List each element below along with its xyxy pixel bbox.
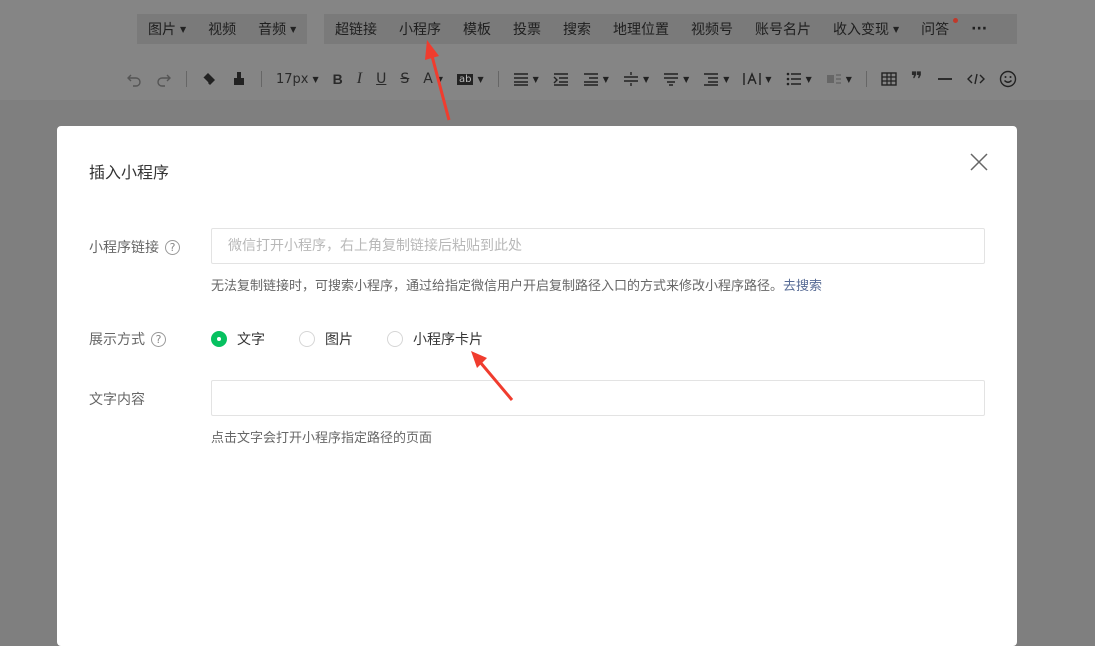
dialog-title: 插入小程序 [89,163,170,182]
text-content-input[interactable] [211,380,985,416]
radio-mini-program-card[interactable]: 小程序卡片 [387,329,483,349]
help-icon[interactable]: ? [151,331,166,347]
menu-audio[interactable]: 音频 ▼ [247,19,307,39]
font-size-select[interactable]: 17px ▼ [276,72,319,87]
radio-unchecked-icon [299,331,315,347]
emoji-icon[interactable] [999,70,1017,88]
undo-icon[interactable] [126,71,142,87]
table-icon[interactable] [881,72,897,86]
horizontal-rule-icon[interactable] [937,72,953,86]
menu-account-card[interactable]: 账号名片 [744,19,822,39]
chevron-down-icon: ▼ [290,24,297,34]
insert-mini-program-dialog: 插入小程序 小程序链接 ? 无法复制链接时，可搜索小程序，通过给指定微信用户开启… [57,126,1017,646]
redo-icon[interactable] [156,71,172,87]
font-color-icon[interactable]: A ▼ [423,71,443,87]
first-line-indent-icon[interactable]: ▼ [583,72,609,86]
spacing-icon[interactable]: ▼ [703,72,729,86]
chevron-down-icon: ▼ [893,24,900,34]
chevron-down-icon: ▼ [436,74,443,84]
link-hint: 无法复制链接时，可搜索小程序，通过给指定微信用户开启复制路径入口的方式来修改小程… [211,279,823,294]
go-search-link[interactable]: 去搜索 [783,279,822,294]
radio-image[interactable]: 图片 [299,329,353,349]
editor-toolbar: 图片 ▼ 视频 音频 ▼ 超链接 小程序 模板 投票 搜索 地理位置 视频号 账号名… [0,0,1095,100]
menu-search[interactable]: 搜索 [552,19,602,39]
letter-spacing-icon[interactable]: ▼ [743,72,772,86]
format-toolbar: 17px ▼ B I U S A ▼ ab ▼ ▼ ▼ ▼ ▼ ▼ ▼ ▼ ▼ ❞ [126,66,1031,92]
menu-mini-program[interactable]: 小程序 [388,19,452,39]
divider [497,71,499,87]
menu-qa[interactable]: 问答 [910,18,960,39]
line-height-icon[interactable]: ▼ [663,72,689,86]
eraser-icon[interactable] [201,71,217,87]
display-mode-radio-group: 文字 图片 小程序卡片 [211,329,517,349]
italic-icon[interactable]: I [357,70,362,88]
menu-channels[interactable]: 视频号 [680,19,744,39]
menu-template[interactable]: 模板 [452,19,502,39]
underline-icon[interactable]: U [376,71,386,87]
divider [865,71,867,87]
format-painter-icon[interactable] [231,71,247,87]
radio-text[interactable]: 文字 [211,329,265,349]
align-icon[interactable]: ▼ [513,72,539,86]
radio-unchecked-icon [387,331,403,347]
insert-menu-group-main: 超链接 小程序 模板 投票 搜索 地理位置 视频号 账号名片 收入变现 ▼ 问答 … [324,14,1017,44]
chevron-down-icon: ▼ [477,74,484,84]
chevron-down-icon: ▼ [312,74,319,84]
text-content-label: 文字内容 [89,392,145,408]
radio-checked-icon [211,331,227,347]
code-icon[interactable] [966,72,985,86]
help-icon[interactable]: ? [165,239,180,255]
menu-vote[interactable]: 投票 [502,19,552,39]
bold-icon[interactable]: B [333,71,343,87]
chevron-down-icon: ▼ [180,24,187,34]
list-icon[interactable]: ▼ [786,72,812,86]
quote-icon[interactable]: ❞ [911,69,923,89]
indent-icon[interactable] [553,72,569,86]
mini-program-link-label: 小程序链接 ? [89,237,180,257]
highlight-color-icon[interactable]: ab ▼ [456,73,484,85]
divider [186,71,187,87]
float-icon[interactable]: ▼ [826,72,852,86]
menu-location[interactable]: 地理位置 [602,19,680,39]
menu-image[interactable]: 图片 ▼ [137,19,197,39]
mini-program-link-input[interactable] [211,228,985,264]
paragraph-spacing-icon[interactable]: ▼ [623,72,649,86]
close-icon[interactable] [969,152,989,172]
menu-hyperlink[interactable]: 超链接 [324,19,388,39]
display-mode-label: 展示方式 ? [89,329,166,349]
text-content-hint: 点击文字会打开小程序指定路径的页面 [211,431,433,446]
strikethrough-icon[interactable]: S [400,71,409,87]
menu-monetize[interactable]: 收入变现 ▼ [822,19,910,39]
insert-menu-group-media: 图片 ▼ 视频 音频 ▼ [137,14,308,44]
divider [261,71,262,87]
menu-more[interactable]: ··· [960,21,998,37]
notification-dot [953,18,959,23]
menu-video[interactable]: 视频 [197,19,247,39]
